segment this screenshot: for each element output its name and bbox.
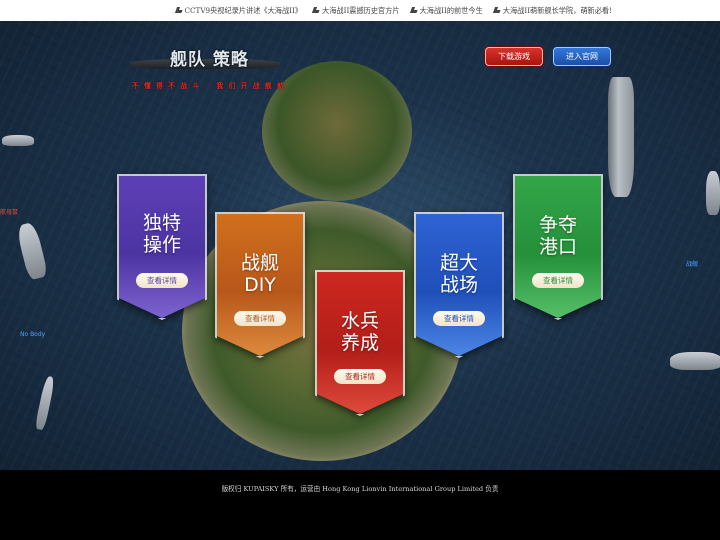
- flag-icon: [410, 6, 418, 15]
- banner-line2: 港口: [538, 236, 577, 258]
- banner-line1: 战舰: [240, 252, 279, 274]
- submarine: [34, 375, 56, 431]
- banner-line2: 养成: [340, 332, 379, 354]
- unit-name: 航母鼠: [0, 209, 19, 216]
- feature-banner-warship-diy[interactable]: 战舰 DIY 查看详情: [215, 212, 305, 358]
- warship: [670, 352, 720, 370]
- unit-name: No Body: [20, 331, 46, 338]
- banner-line1: 独特: [142, 212, 181, 234]
- warship: [15, 221, 49, 281]
- news-text: 大海战II的前世今生: [419, 5, 483, 15]
- feature-banner-huge-battlefield[interactable]: 超大 战场 查看详情: [414, 212, 504, 358]
- view-details-button[interactable]: 查看详情: [433, 311, 485, 326]
- feature-banner-sailor-training[interactable]: 水兵 养成 查看详情: [315, 270, 405, 416]
- view-details-button[interactable]: 查看详情: [334, 369, 386, 384]
- unit-name-tag: 航母鼠: [0, 207, 18, 216]
- banner-line1: 争夺: [538, 214, 577, 236]
- footer: 版权归 KUPAISKY 所有，运营由 Hong Kong Lionvin In…: [0, 470, 720, 540]
- official-site-button[interactable]: 进入官网: [553, 47, 611, 66]
- banner-line1: 超大: [439, 252, 478, 274]
- feature-banner-unique-controls[interactable]: 独特 操作 查看详情: [117, 174, 207, 320]
- news-bar: CCTV9央视纪录片讲述《大海战II》 大海战II震撼历史官方片 大海战II的前…: [0, 0, 720, 21]
- warship: [706, 171, 720, 215]
- game-logo: 舰队 策略 不 懂 得 不 战 斗 我 们 开 战 舰 航: [128, 43, 308, 91]
- news-link-4[interactable]: 大海战II萌新舰长学院，萌新必看!: [493, 6, 612, 16]
- news-text: CCTV9央视纪录片讲述《大海战II》: [184, 5, 303, 15]
- unit-name-tag: No Body: [20, 331, 45, 338]
- unit-name: 战舰: [686, 261, 699, 268]
- view-details-button[interactable]: 查看详情: [532, 273, 584, 288]
- banner-label: 超大 战场: [414, 252, 504, 296]
- flag-icon: [312, 6, 320, 15]
- feature-banner-port-capture[interactable]: 争夺 港口 查看详情: [513, 174, 603, 320]
- banner-label: 独特 操作: [117, 212, 207, 256]
- banner-label: 战舰 DIY: [215, 252, 305, 296]
- download-game-button[interactable]: 下载游戏: [485, 47, 543, 66]
- banner-line2: 战场: [439, 274, 478, 296]
- news-text: 大海战II震撼历史官方片: [322, 5, 400, 15]
- news-link-2[interactable]: 大海战II震撼历史官方片: [312, 6, 400, 16]
- news-link-3[interactable]: 大海战II的前世今生: [410, 6, 483, 16]
- banner-line1: 水兵: [340, 310, 379, 332]
- view-details-button[interactable]: 查看详情: [234, 311, 286, 326]
- banner-label: 争夺 港口: [513, 214, 603, 258]
- logo-title: 舰队 策略: [170, 50, 249, 70]
- banner-line2: 操作: [142, 234, 181, 256]
- copyright-text: 版权归 KUPAISKY 所有，运营由 Hong Kong Lionvin In…: [221, 485, 499, 493]
- flag-icon: [175, 6, 183, 15]
- aircraft-carrier: [608, 77, 634, 197]
- logo-slogan: 不 懂 得 不 战 斗 我 们 开 战 舰 航: [132, 82, 286, 90]
- news-text: 大海战II萌新舰长学院，萌新必看!: [502, 5, 612, 15]
- view-details-button[interactable]: 查看详情: [136, 273, 188, 288]
- unit-name-tag: 战舰: [686, 259, 698, 268]
- banner-label: 水兵 养成: [315, 310, 405, 354]
- flag-icon: [493, 6, 501, 15]
- warship: [2, 135, 34, 146]
- banner-line2: DIY: [244, 274, 276, 296]
- news-link-1[interactable]: CCTV9央视纪录片讲述《大海战II》: [175, 6, 303, 16]
